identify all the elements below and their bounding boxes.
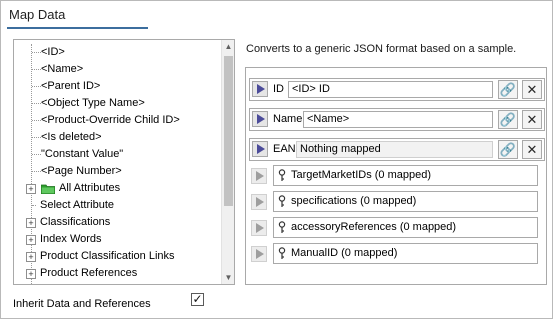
sub-object-box[interactable]: TargetMarketIDs (0 mapped) — [273, 165, 538, 186]
tree-item-label: Select Attribute — [40, 199, 114, 211]
tree-item-label: Classifications — [40, 216, 111, 228]
tree-item-product-override-child-id[interactable]: <Product-Override Child ID> — [14, 112, 220, 129]
sub-object-row: specifications (0 mapped) — [249, 191, 543, 213]
expand-toggle[interactable]: + — [26, 218, 36, 228]
tree-scrollbar[interactable]: ▲ ▼ — [221, 40, 234, 284]
expand-toggle[interactable]: + — [26, 235, 36, 245]
panel-title: Map Data — [9, 7, 66, 22]
tree-item-label: All Attributes — [59, 182, 121, 194]
tree-item-label: <Name> — [41, 63, 84, 75]
tree-item-name[interactable]: <Name> — [14, 61, 220, 78]
tree-item-index-words[interactable]: + Index Words — [14, 231, 220, 248]
key-icon — [278, 169, 286, 181]
tree-item-label: <Page Number> — [41, 165, 122, 177]
sub-object-box[interactable]: accessoryReferences (0 mapped) — [273, 217, 538, 238]
link-icon[interactable]: 🔗 — [498, 110, 518, 129]
scroll-up-icon[interactable]: ▲ — [222, 40, 234, 53]
inherit-data-checkbox[interactable]: ✓ — [191, 293, 204, 306]
inherit-data-label: Inherit Data and References — [13, 298, 151, 310]
expand-arrow-icon[interactable] — [251, 220, 267, 236]
tree-item-label: <Is deleted> — [41, 131, 102, 143]
map-data-panel: Map Data <ID> <Name> <Parent ID> <Object… — [0, 0, 553, 319]
close-icon[interactable]: ✕ — [522, 110, 542, 129]
tree-item-parent-id[interactable]: <Parent ID> — [14, 78, 220, 95]
tree-item-classifications[interactable]: + Classifications — [14, 214, 220, 231]
tree-item-product-classification-links[interactable]: + Product Classification Links — [14, 248, 220, 265]
expand-arrow-icon[interactable] — [251, 168, 267, 184]
title-underline — [7, 27, 148, 29]
tree-item-label: <Product-Override Child ID> — [41, 114, 180, 126]
mapping-row-name: Name <Name> 🔗 ✕ — [249, 108, 545, 131]
tree-item-label: Product Classification Links — [40, 250, 175, 262]
tree-item-label: <Parent ID> — [41, 80, 101, 92]
tree-item-label: <Object Type Name> — [41, 97, 145, 109]
source-tree[interactable]: <ID> <Name> <Parent ID> <Object Type Nam… — [13, 39, 235, 285]
close-icon[interactable]: ✕ — [522, 140, 542, 159]
tree-item-label: <ID> — [41, 46, 65, 58]
folder-icon — [40, 183, 56, 195]
scroll-down-icon[interactable]: ▼ — [222, 271, 234, 284]
link-icon: 🔗 — [498, 140, 518, 159]
mapping-row-id: ID <ID> ID 🔗 ✕ — [249, 78, 545, 101]
tree-item-all-attributes[interactable]: + All Attributes — [14, 180, 220, 197]
mapping-value-field[interactable]: <Name> — [303, 111, 493, 128]
sub-object-label: accessoryReferences (0 mapped) — [291, 221, 457, 233]
tree-item-object-type-name[interactable]: <Object Type Name> — [14, 95, 220, 112]
sub-object-label: specifications (0 mapped) — [291, 195, 417, 207]
mapping-row-ean: EAN Nothing mapped 🔗 ✕ — [249, 138, 545, 161]
tree-item-product-references[interactable]: + Product References — [14, 265, 220, 282]
tree-item-label: Index Words — [40, 233, 102, 245]
key-icon — [278, 221, 286, 233]
close-icon[interactable]: ✕ — [522, 80, 542, 99]
sub-object-box[interactable]: ManualID (0 mapped) — [273, 243, 538, 264]
scrollbar-thumb[interactable] — [224, 56, 233, 206]
tree-item-page-number[interactable]: <Page Number> — [14, 163, 220, 180]
expand-toggle[interactable]: + — [26, 252, 36, 262]
sub-object-row: accessoryReferences (0 mapped) — [249, 217, 543, 239]
sub-object-box[interactable]: specifications (0 mapped) — [273, 191, 538, 212]
expand-arrow-icon[interactable] — [252, 141, 268, 157]
field-label: EAN — [273, 143, 296, 155]
sub-object-label: TargetMarketIDs (0 mapped) — [291, 169, 431, 181]
sub-object-row: ManualID (0 mapped) — [249, 243, 543, 265]
tree-item-is-deleted[interactable]: <Is deleted> — [14, 129, 220, 146]
mapping-panel: ID <ID> ID 🔗 ✕ Name <Name> 🔗 ✕ EAN Nothi… — [245, 67, 547, 285]
sub-object-label: ManualID (0 mapped) — [291, 247, 398, 259]
link-icon[interactable]: 🔗 — [498, 80, 518, 99]
expand-arrow-icon[interactable] — [252, 81, 268, 97]
format-description: Converts to a generic JSON format based … — [246, 43, 517, 55]
expand-arrow-icon[interactable] — [251, 194, 267, 210]
tree-item-label: Product References — [40, 267, 138, 279]
tree-item-id[interactable]: <ID> — [14, 44, 220, 61]
tree-item-constant-value[interactable]: "Constant Value" — [14, 146, 220, 163]
sub-object-row: TargetMarketIDs (0 mapped) — [249, 165, 543, 187]
key-icon — [278, 247, 286, 259]
field-label: Name — [273, 113, 303, 125]
expand-arrow-icon[interactable] — [252, 111, 268, 127]
expand-toggle[interactable]: + — [26, 269, 36, 279]
expand-toggle[interactable]: + — [26, 184, 36, 194]
tree-item-label: "Constant Value" — [41, 148, 124, 160]
key-icon — [278, 195, 286, 207]
field-label: ID — [273, 83, 284, 95]
expand-arrow-icon[interactable] — [251, 246, 267, 262]
tree-item-select-attribute[interactable]: Select Attribute — [14, 197, 220, 214]
mapping-value-field[interactable]: Nothing mapped — [296, 141, 493, 158]
mapping-value-field[interactable]: <ID> ID — [288, 81, 493, 98]
